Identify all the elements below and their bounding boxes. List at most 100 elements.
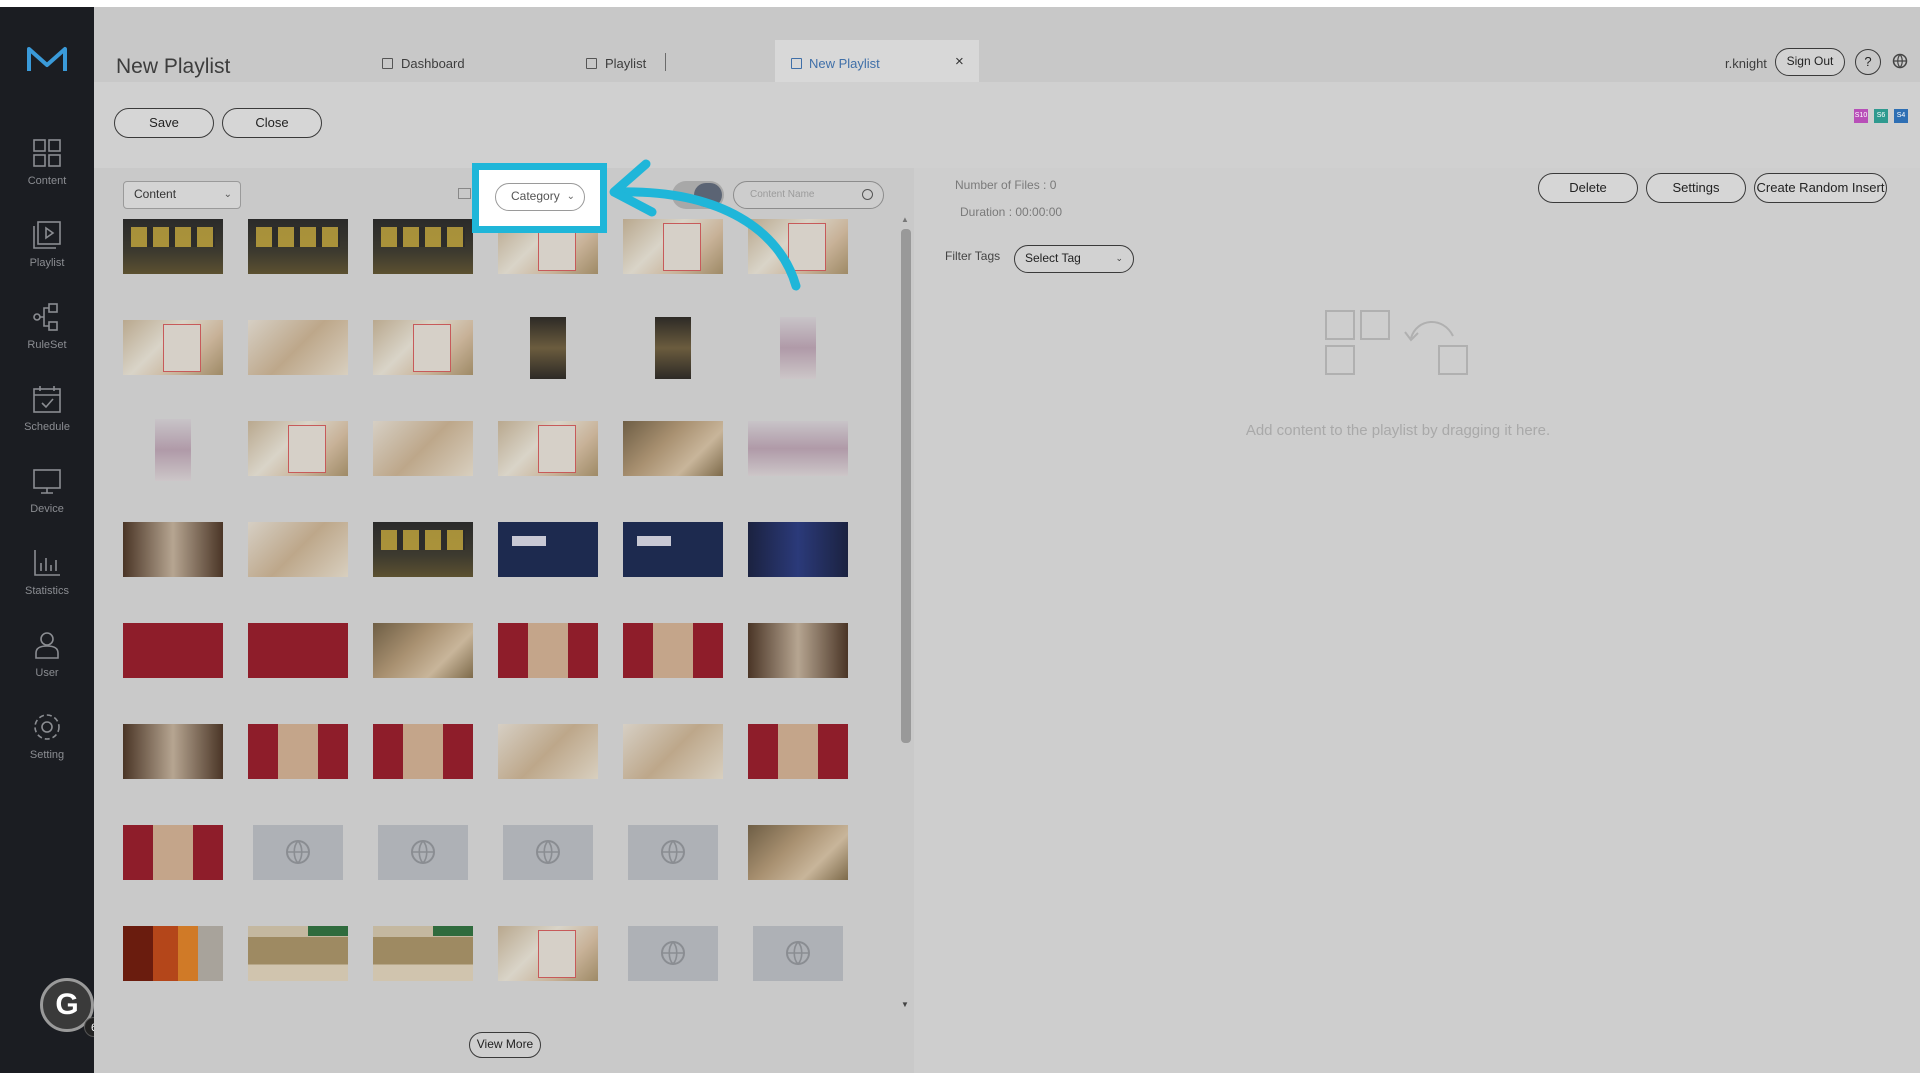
category-highlight: Category ⌄ <box>472 163 607 233</box>
content-thumbnail[interactable] <box>373 522 473 577</box>
content-thumbnail[interactable] <box>655 317 691 379</box>
content-thumbnail[interactable] <box>748 825 848 880</box>
sidebar-item-label: User <box>35 667 59 679</box>
sidebar-item-label: Schedule <box>24 421 70 433</box>
sidebar-item-user[interactable]: User <box>0 629 94 699</box>
sidebar-item-device[interactable]: Device <box>0 465 94 535</box>
filter-tags-label: Filter Tags <box>945 249 1001 263</box>
sidebar: Content Playlist RuleSet Schedule Device… <box>0 7 104 1073</box>
tab-new-playlist[interactable]: New Playlist × <box>775 40 979 82</box>
sidebar-item-statistics[interactable]: Statistics <box>0 547 94 617</box>
scroll-down-arrow[interactable]: ▼ <box>901 1000 909 1009</box>
chevron-down-icon: ⌄ <box>223 189 232 200</box>
sidebar-item-content[interactable]: Content <box>0 137 94 207</box>
content-thumbnail[interactable] <box>623 421 723 476</box>
content-thumbnail[interactable] <box>498 421 598 476</box>
sidebar-item-playlist[interactable]: Playlist <box>0 219 94 289</box>
scroll-up-arrow[interactable]: ▲ <box>901 215 909 224</box>
tab-dashboard[interactable]: Dashboard <box>382 52 465 74</box>
username: r.knight <box>1725 56 1767 71</box>
web-content-thumbnail[interactable] <box>253 825 343 880</box>
content-thumbnail[interactable] <box>373 421 473 476</box>
empty-playlist-message: Add content to the playlist by dragging … <box>1245 422 1551 439</box>
content-thumbnail[interactable] <box>248 926 348 981</box>
content-thumbnail[interactable] <box>498 926 598 981</box>
content-thumbnail[interactable] <box>623 623 723 678</box>
web-content-thumbnail[interactable] <box>628 926 718 981</box>
content-thumbnail[interactable] <box>248 421 348 476</box>
content-thumbnail[interactable] <box>530 317 566 379</box>
help-button[interactable]: ? <box>1855 49 1881 75</box>
content-thumbnail[interactable] <box>498 623 598 678</box>
content-thumbnail[interactable] <box>248 623 348 678</box>
content-thumbnail[interactable] <box>748 724 848 779</box>
schedule-icon <box>33 386 61 413</box>
drag-drop-icon <box>1325 310 1468 375</box>
select-tag-dropdown[interactable]: Select Tag ⌄ <box>1014 245 1134 273</box>
content-thumbnail[interactable] <box>123 926 223 981</box>
sign-out-button[interactable]: Sign Out <box>1775 48 1845 76</box>
tab-divider <box>665 53 666 71</box>
content-thumbnail[interactable] <box>373 623 473 678</box>
category-select[interactable]: Category ⌄ <box>495 183 585 211</box>
content-thumbnail[interactable] <box>373 926 473 981</box>
create-random-insert-button[interactable]: Create Random Insert <box>1754 173 1887 203</box>
content-thumbnail[interactable] <box>123 623 223 678</box>
globe-icon <box>661 840 685 865</box>
content-thumbnail[interactable] <box>748 623 848 678</box>
delete-button[interactable]: Delete <box>1538 173 1638 203</box>
content-thumbnail[interactable] <box>123 522 223 577</box>
content-thumbnail[interactable] <box>373 219 473 274</box>
sidebar-item-schedule[interactable]: Schedule <box>0 383 94 453</box>
content-thumbnail[interactable] <box>123 724 223 779</box>
content-thumbnail[interactable] <box>498 724 598 779</box>
content-thumbnail[interactable] <box>155 419 191 481</box>
content-thumbnail[interactable] <box>123 219 223 274</box>
content-thumbnail[interactable] <box>248 219 348 274</box>
sidebar-item-ruleset[interactable]: RuleSet <box>0 301 94 371</box>
content-thumbnail[interactable] <box>248 724 348 779</box>
content-thumbnail[interactable] <box>373 320 473 375</box>
close-tab-icon[interactable]: × <box>955 53 964 70</box>
web-content-thumbnail[interactable] <box>503 825 593 880</box>
page-title: New Playlist <box>116 55 231 78</box>
playlist-tab-icon <box>586 57 597 69</box>
settings-button[interactable]: Settings <box>1646 173 1746 203</box>
content-type-select[interactable]: Content ⌄ <box>123 181 241 209</box>
scrollbar-thumb[interactable] <box>901 229 911 743</box>
content-thumbnail[interactable] <box>248 522 348 577</box>
tab-label: Dashboard <box>401 55 465 71</box>
globe-icon <box>661 941 685 966</box>
web-content-thumbnail[interactable] <box>378 825 468 880</box>
content-thumbnail[interactable] <box>248 320 348 375</box>
content-thumbnail[interactable] <box>748 522 848 577</box>
app-logo[interactable] <box>25 43 69 75</box>
sidebar-item-label: RuleSet <box>27 339 67 351</box>
content-grid-icon <box>33 139 61 167</box>
content-thumbnail[interactable] <box>498 522 598 577</box>
globe-icon[interactable] <box>1892 53 1908 69</box>
view-more-button[interactable]: View More <box>469 1032 541 1058</box>
search-icon[interactable] <box>862 189 873 200</box>
chevron-down-icon: ⌄ <box>566 191 575 202</box>
select-value: Select Tag <box>1025 251 1081 265</box>
web-content-thumbnail[interactable] <box>753 926 843 981</box>
close-button[interactable]: Close <box>222 108 322 138</box>
content-thumbnail[interactable] <box>123 320 223 375</box>
web-content-thumbnail[interactable] <box>628 825 718 880</box>
sidebar-item-label: Content <box>27 175 67 187</box>
content-thumbnail[interactable] <box>780 317 816 379</box>
content-thumbnail[interactable] <box>748 421 848 476</box>
select-value: Category <box>511 189 560 203</box>
sidebar-item-setting[interactable]: Setting <box>0 711 94 781</box>
folder-icon[interactable] <box>458 188 471 199</box>
content-thumbnail[interactable] <box>623 724 723 779</box>
globe-icon <box>536 840 560 865</box>
tab-playlist[interactable]: Playlist <box>586 52 646 74</box>
content-thumbnail[interactable] <box>373 724 473 779</box>
playlist-icon <box>33 221 61 249</box>
tab-label: New Playlist <box>809 56 880 71</box>
content-thumbnail[interactable] <box>623 522 723 577</box>
save-button[interactable]: Save <box>114 108 214 138</box>
content-thumbnail[interactable] <box>123 825 223 880</box>
